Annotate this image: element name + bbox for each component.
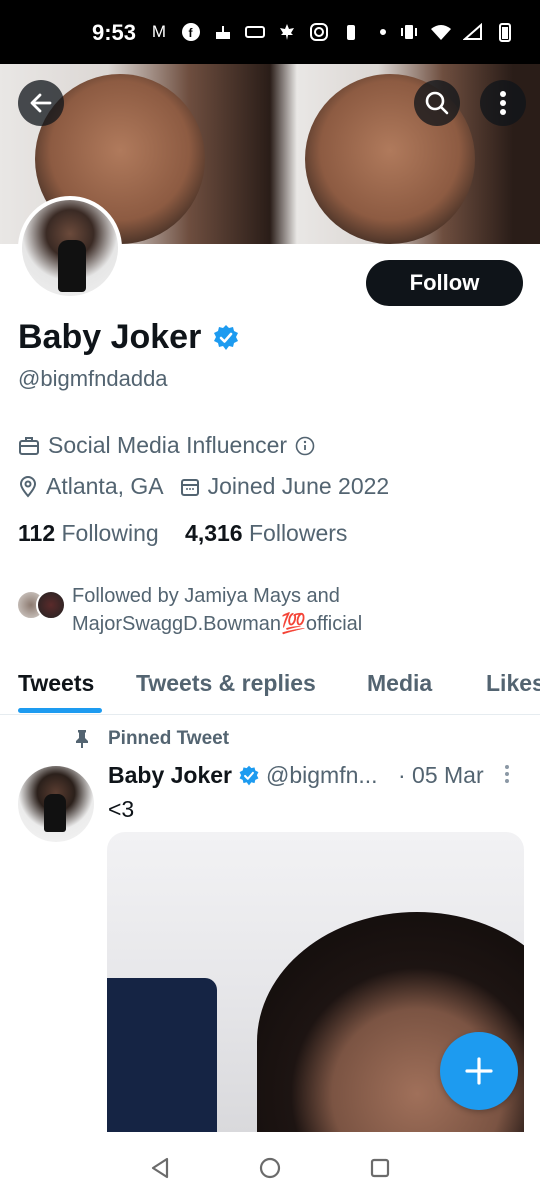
active-tab-indicator [18, 708, 102, 713]
compose-tweet-button[interactable] [440, 1032, 518, 1110]
tab-media[interactable]: Media [367, 670, 432, 697]
pinned-text: Pinned Tweet [108, 728, 230, 749]
category-text: Social Media Influencer [48, 432, 288, 458]
tweet-author-name[interactable]: Baby Joker [108, 762, 232, 789]
gmail-icon: M [151, 22, 167, 41]
media-sleeve [107, 978, 217, 1132]
tweet-more-button[interactable] [504, 764, 510, 790]
more-button[interactable] [480, 80, 526, 126]
profile-avatar[interactable] [18, 196, 122, 300]
following-link[interactable]: 112 Following [18, 520, 159, 546]
follow-stats: 112 Following 4,316 Followers [18, 520, 347, 547]
verified-badge-icon [214, 325, 238, 350]
info-icon[interactable] [295, 436, 315, 456]
tab-likes[interactable]: Likes [486, 670, 540, 697]
nav-back-button[interactable] [146, 1154, 174, 1182]
followers-link[interactable]: 4,316 Followers [185, 520, 347, 546]
nav-recents-button[interactable] [366, 1154, 394, 1182]
follow-button[interactable]: Follow [366, 260, 523, 306]
tab-tweets-replies[interactable]: Tweets & replies [136, 670, 316, 697]
joined-text: Joined June 2022 [207, 473, 390, 499]
battery-small-icon [340, 22, 362, 42]
status-bar: 9:53 M f [0, 0, 540, 64]
nav-recents-icon [370, 1158, 390, 1178]
system-icons [398, 22, 516, 42]
wifi-icon [430, 22, 452, 42]
battery-icon [494, 22, 516, 42]
facebook-icon: f [180, 22, 202, 42]
briefcase-icon [19, 436, 39, 455]
profile-location-row: Atlanta, GA Joined June 2022 [18, 473, 389, 500]
dot-icon [372, 22, 394, 42]
profile-name: Baby Joker [18, 318, 202, 356]
following-count: 112 [18, 520, 56, 546]
tweet-avatar-figure [44, 794, 66, 832]
status-time: 9:53 [92, 20, 137, 45]
system-nav-bar [0, 1134, 540, 1200]
back-button[interactable] [18, 80, 64, 126]
no-signal-icon [462, 22, 484, 42]
location-pin-icon [19, 475, 37, 498]
maple-leaf-icon [276, 22, 298, 42]
calendar-icon [180, 478, 199, 496]
followers-count: 4,316 [185, 520, 243, 546]
vibrate-icon [398, 22, 420, 42]
followers-label: Followers [249, 520, 348, 546]
tweet-author-handle[interactable]: @bigmfn... [266, 762, 378, 789]
more-vertical-icon [505, 765, 509, 783]
more-vertical-icon [500, 91, 506, 115]
followed-by-text[interactable]: Followed by Jamiya Mays and MajorSwaggD.… [72, 582, 512, 638]
nav-back-icon [151, 1157, 169, 1179]
profile-tabs: Tweets Tweets & replies Media Likes [0, 660, 540, 715]
tweet-header: Baby Joker @bigmfn... [108, 762, 378, 789]
search-icon [425, 91, 449, 115]
search-button[interactable] [414, 80, 460, 126]
ticket-icon [244, 22, 266, 42]
verified-badge-icon [239, 765, 259, 785]
arrow-left-icon [30, 93, 52, 113]
tab-tweets[interactable]: Tweets [18, 670, 94, 697]
plus-icon [465, 1057, 493, 1085]
location-text: Atlanta, GA [46, 473, 164, 499]
pin-icon [76, 730, 88, 748]
follower-avatar-2 [36, 590, 66, 620]
cake-icon [212, 22, 234, 42]
avatar-figure [58, 240, 86, 292]
tweet-date[interactable]: · 05 Mar [398, 762, 484, 789]
nav-home-button[interactable] [256, 1154, 284, 1182]
pinned-label: Pinned Tweet [74, 728, 229, 750]
notification-icons: M f [148, 22, 394, 42]
nav-home-icon [259, 1157, 281, 1179]
profile-handle: @bigmfndadda [18, 366, 168, 391]
following-label: Following [61, 520, 159, 546]
instagram-icon [308, 22, 330, 42]
tweet-author-avatar[interactable] [18, 766, 94, 842]
profile-category: Social Media Influencer [18, 432, 323, 459]
tweet-text: <3 [108, 796, 135, 822]
